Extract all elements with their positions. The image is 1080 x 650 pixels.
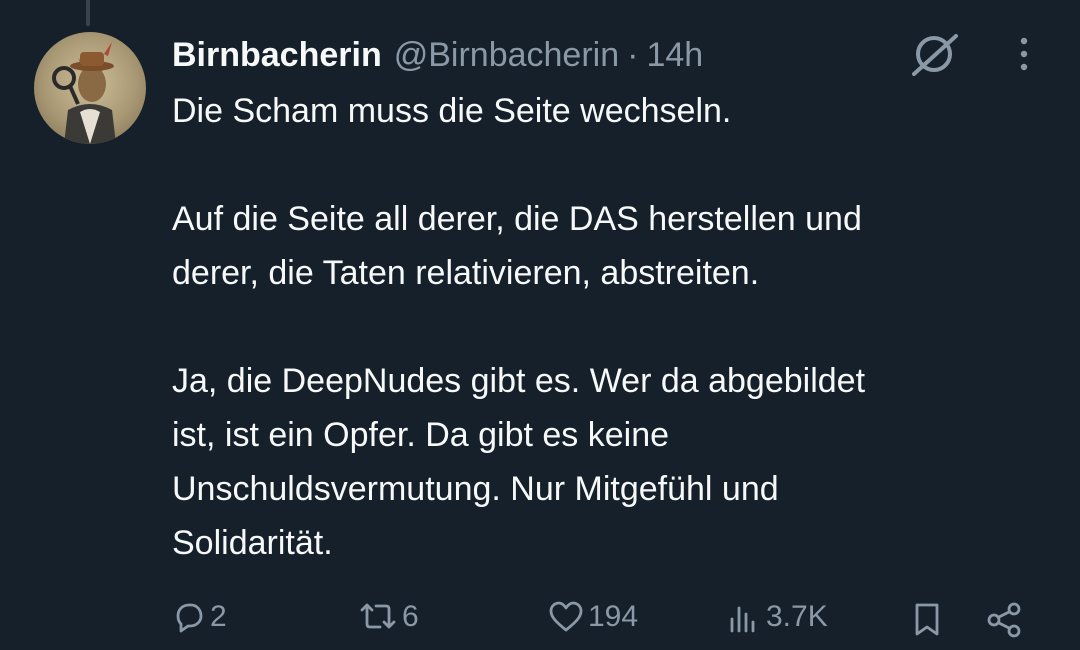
like-count: 194: [588, 600, 639, 633]
retweet-icon: [360, 603, 396, 629]
views-button[interactable]: 3.7K: [726, 600, 828, 634]
more-icon[interactable]: [1004, 30, 1044, 78]
tweet-timestamp[interactable]: 14h: [646, 36, 703, 75]
tweet-action-bar: 2 6 194 3.7K: [0, 600, 1080, 650]
share-button[interactable]: [984, 600, 1024, 640]
tweet-header: Birnbacherin @Birnbacherin · 14h: [172, 30, 703, 80]
views-count: 3.7K: [766, 600, 828, 633]
reply-button[interactable]: 2: [172, 600, 227, 634]
bookmark-icon: [915, 603, 939, 636]
author-display-name[interactable]: Birnbacherin: [172, 36, 382, 75]
meta-separator: ·: [627, 35, 639, 74]
bookmark-button[interactable]: [910, 600, 944, 640]
views-icon: [730, 606, 755, 633]
avatar[interactable]: [34, 32, 146, 144]
tweet-paragraph: Ja, die DeepNudes gibt es. Wer da abgebi…: [172, 362, 866, 562]
author-handle[interactable]: @Birnbacherin: [394, 36, 619, 75]
retweet-button[interactable]: 6: [358, 600, 419, 634]
retweet-count: 6: [402, 600, 419, 633]
like-button[interactable]: 194: [548, 600, 638, 634]
avatar-illustration: [52, 42, 116, 144]
tweet-paragraph: Auf die Seite all derer, die DAS herstel…: [172, 200, 862, 292]
reply-icon: [176, 603, 203, 633]
reply-count: 2: [210, 600, 227, 633]
tweet-paragraph: Die Scham muss die Seite wechseln.: [172, 92, 732, 130]
share-icon: [987, 602, 1021, 638]
grok-icon[interactable]: [906, 30, 962, 78]
heart-icon: [549, 601, 583, 632]
tweet-text: Die Scham muss die Seite wechseln. Auf d…: [172, 84, 1052, 570]
thread-connector-line: [86, 0, 90, 26]
